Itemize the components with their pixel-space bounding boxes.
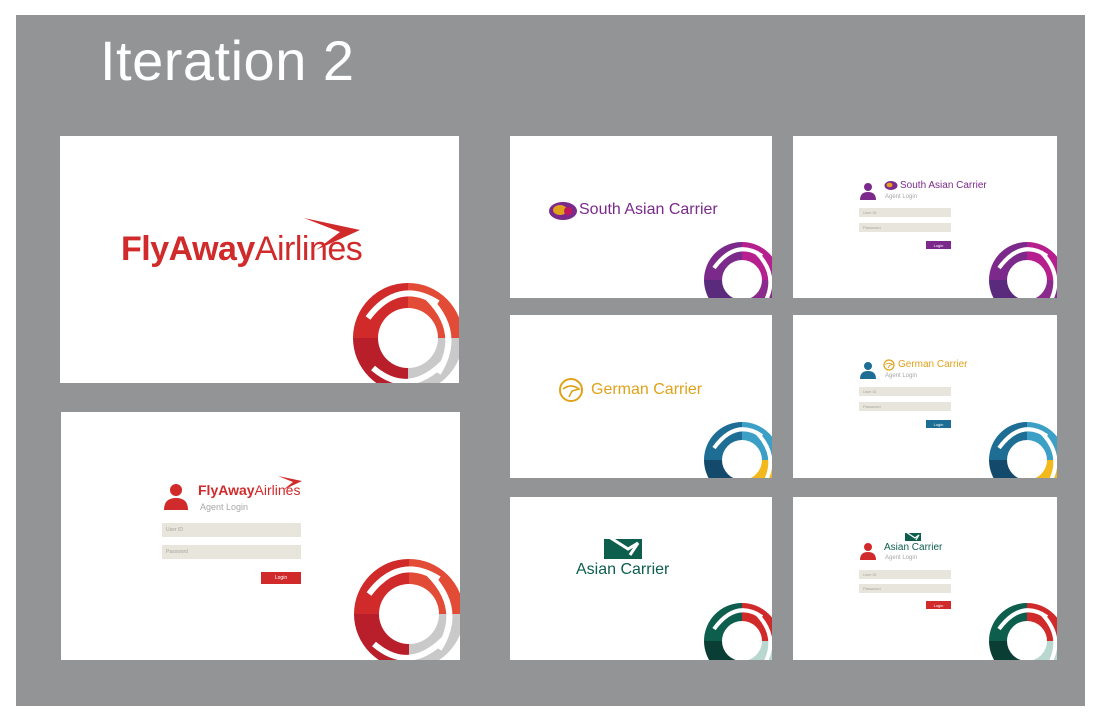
south-asian-splash-card: South Asian Carrier <box>510 136 772 298</box>
swirl-logo-icon <box>989 422 1057 478</box>
swirl-logo-icon <box>354 559 460 660</box>
south-asian-login-card: South Asian Carrier Agent Login User ID … <box>793 136 1057 298</box>
german-brand: German Carrier <box>591 381 703 398</box>
login-button[interactable]: Login <box>261 572 301 584</box>
swirl-logo-icon <box>704 422 772 478</box>
german-login-brand: German Carrier <box>898 359 968 370</box>
south-asian-orchid-icon <box>884 181 898 190</box>
user-id-input[interactable]: User ID <box>859 387 951 396</box>
password-input[interactable]: Password <box>859 402 951 411</box>
flyaway-wing-icon <box>304 218 360 250</box>
flyaway-logo-bold: FlyAway <box>121 230 255 268</box>
flyaway-splash-card: FlyAwayAirlines <box>60 136 459 383</box>
login-subtitle: Agent Login <box>200 502 249 512</box>
south-asian-orchid-icon <box>549 202 577 220</box>
login-subtitle: Agent Login <box>885 373 918 379</box>
agent-avatar-icon <box>860 362 876 379</box>
south-asian-login-brand: South Asian Carrier <box>900 180 987 191</box>
flyaway-login-card: FlyAwayAirlines Agent Login User ID Pass… <box>61 412 460 660</box>
asian-splash-card: Asian Carrier <box>510 497 772 660</box>
login-button[interactable]: Login <box>926 601 951 609</box>
swirl-logo-icon <box>989 242 1057 298</box>
agent-avatar-icon <box>860 183 876 200</box>
asian-brushwing-icon <box>604 533 642 559</box>
password-input[interactable]: Password <box>162 545 301 559</box>
agent-avatar-icon <box>860 543 876 560</box>
login-subtitle: Agent Login <box>885 555 918 561</box>
agent-avatar-icon <box>164 484 188 510</box>
password-input[interactable]: Password <box>859 223 951 232</box>
user-id-input[interactable]: User ID <box>859 570 951 579</box>
swirl-logo-icon <box>989 603 1057 660</box>
login-button[interactable]: Login <box>926 420 951 428</box>
asian-login-brand: Asian Carrier <box>884 542 943 553</box>
login-button[interactable]: Login <box>926 241 951 249</box>
login-subtitle: Agent Login <box>885 194 918 200</box>
page-title: Iteration 2 <box>100 29 355 92</box>
asian-brushwing-icon <box>905 531 921 541</box>
swirl-logo-icon <box>704 603 772 660</box>
user-id-input[interactable]: User ID <box>162 523 301 537</box>
german-crane-icon <box>559 378 583 402</box>
german-login-card: German Carrier Agent Login User ID Passw… <box>793 315 1057 478</box>
flyaway-wing-icon <box>278 476 302 490</box>
user-id-input[interactable]: User ID <box>859 208 951 217</box>
german-splash-card: German Carrier <box>510 315 772 478</box>
swirl-logo-icon <box>353 283 459 383</box>
flyaway-login-logo-bold: FlyAway <box>198 482 255 498</box>
south-asian-brand: South Asian Carrier <box>579 201 718 218</box>
german-crane-icon <box>883 359 895 371</box>
asian-brand: Asian Carrier <box>576 561 670 578</box>
swirl-logo-icon <box>704 242 772 298</box>
password-input[interactable]: Password <box>859 584 951 593</box>
asian-login-card: Asian Carrier Agent Login User ID Passwo… <box>793 497 1057 660</box>
